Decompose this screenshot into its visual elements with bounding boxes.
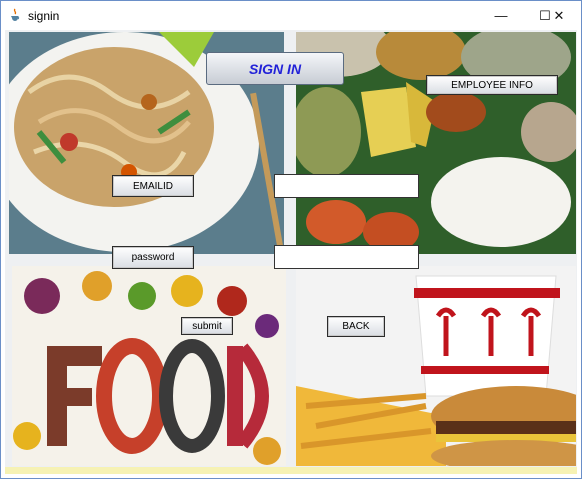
window-title: signin [28, 9, 60, 23]
close-button[interactable]: ✕ [537, 1, 581, 30]
signin-window: signin — ☐ ✕ SIGN IN EMPLOYEE INFO EMAIL… [0, 0, 582, 479]
minimize-icon: — [494, 8, 508, 23]
burger-fries-image [296, 266, 576, 466]
submit-button[interactable]: submit [181, 317, 233, 335]
food-letters-image [12, 266, 286, 466]
title-bar: signin — ☐ ✕ [1, 1, 581, 30]
close-icon: ✕ [553, 7, 565, 23]
minimize-button[interactable]: — [479, 1, 523, 30]
email-label: EMAILID [112, 175, 194, 197]
password-field[interactable] [274, 245, 419, 269]
email-field[interactable] [274, 174, 419, 198]
password-label: password [112, 246, 194, 269]
status-strip [5, 467, 577, 474]
employee-info-button[interactable]: EMPLOYEE INFO [426, 75, 558, 95]
java-icon [11, 8, 20, 21]
form-panel: SIGN IN EMPLOYEE INFO EMAILID password s… [5, 30, 577, 474]
back-button[interactable]: BACK [327, 316, 385, 337]
sign-in-heading: SIGN IN [206, 52, 344, 85]
